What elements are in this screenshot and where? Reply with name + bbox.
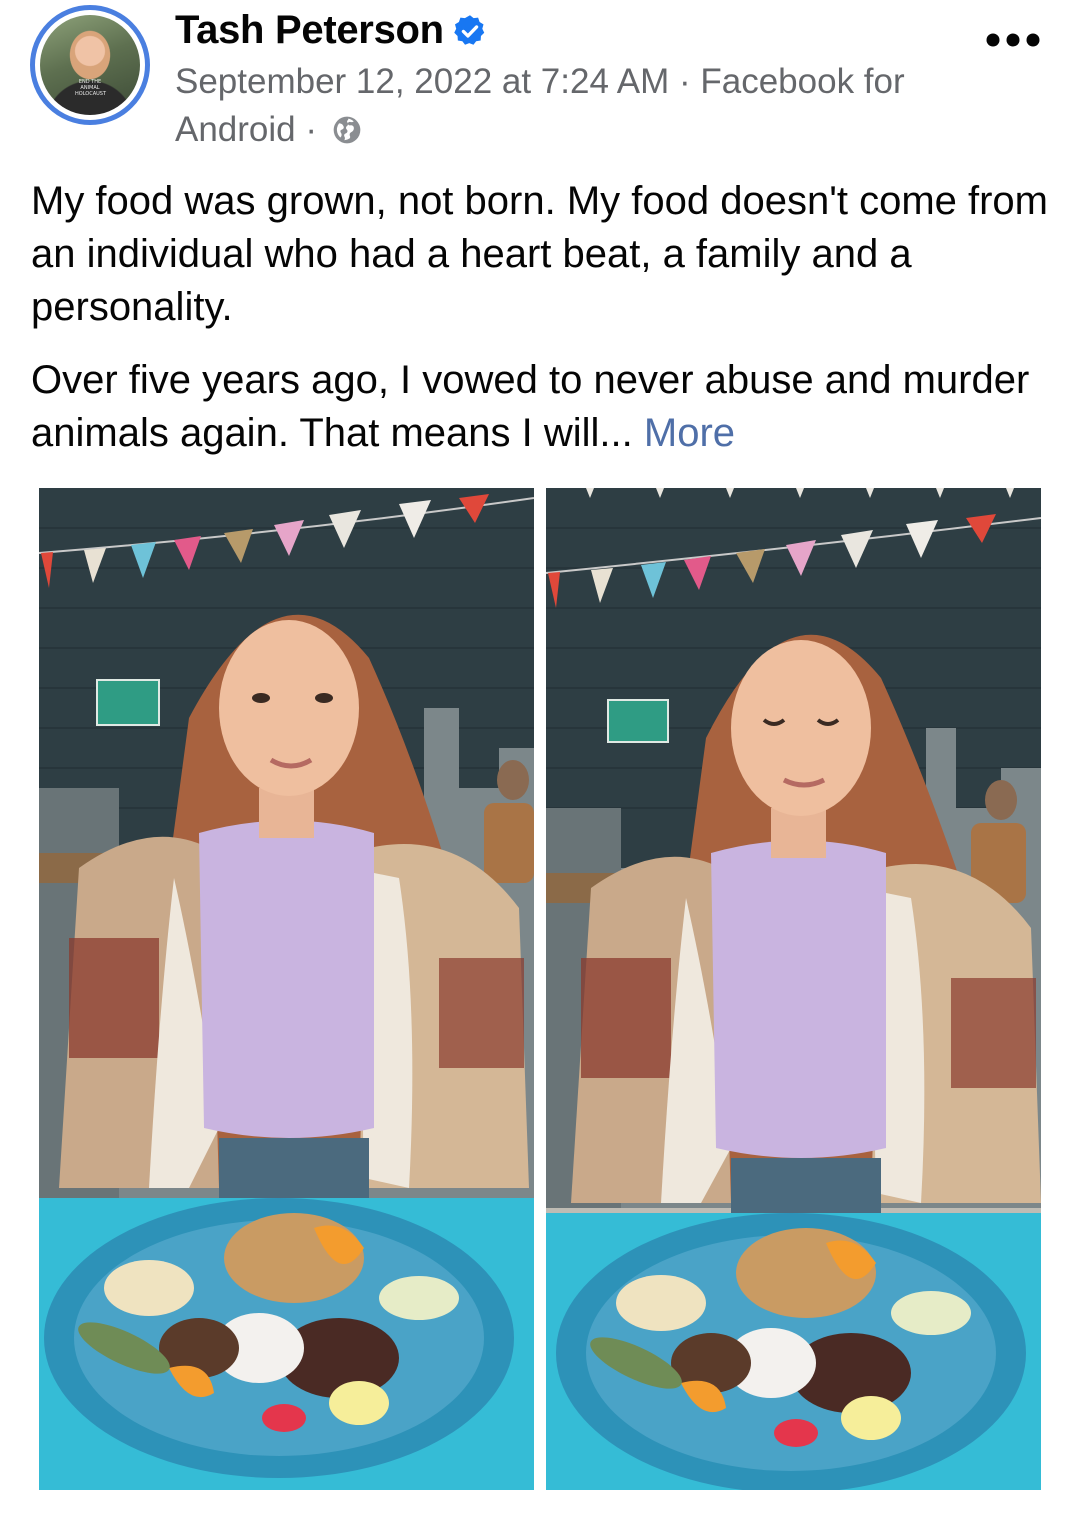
- post-photo-2[interactable]: [546, 488, 1041, 1490]
- post-timestamp[interactable]: September 12, 2022 at 7:24 AM: [175, 62, 669, 101]
- author-avatar-ring[interactable]: END THE ANIMAL HOLOCAUST: [30, 5, 150, 125]
- author-row: Tash Peterson: [175, 8, 488, 53]
- photo-1-scene: [39, 488, 534, 1490]
- verified-badge-icon: [454, 14, 485, 45]
- post-photo-1[interactable]: [39, 488, 534, 1490]
- post-paragraph-1: My food was grown, not born. My food doe…: [31, 179, 1048, 329]
- globe-icon[interactable]: [331, 114, 363, 146]
- meta-separator-2: ·: [305, 110, 318, 149]
- post-paragraph-2: Over five years ago, I vowed to never ab…: [31, 354, 1061, 460]
- post-text: My food was grown, not born. My food doe…: [31, 175, 1061, 460]
- see-more-link[interactable]: More: [644, 411, 735, 455]
- author-avatar[interactable]: END THE ANIMAL HOLOCAUST: [40, 15, 140, 115]
- more-options-icon[interactable]: [986, 30, 1040, 50]
- post-paragraph-2-text: Over five years ago, I vowed to never ab…: [31, 358, 1030, 455]
- author-name[interactable]: Tash Peterson: [175, 8, 444, 53]
- meta-separator: ·: [678, 62, 691, 101]
- photo-2-scene: [546, 488, 1041, 1490]
- avatar-shirt-text: END THE ANIMAL HOLOCAUST: [75, 79, 107, 97]
- post-meta: September 12, 2022 at 7:24 AM · Facebook…: [175, 58, 955, 154]
